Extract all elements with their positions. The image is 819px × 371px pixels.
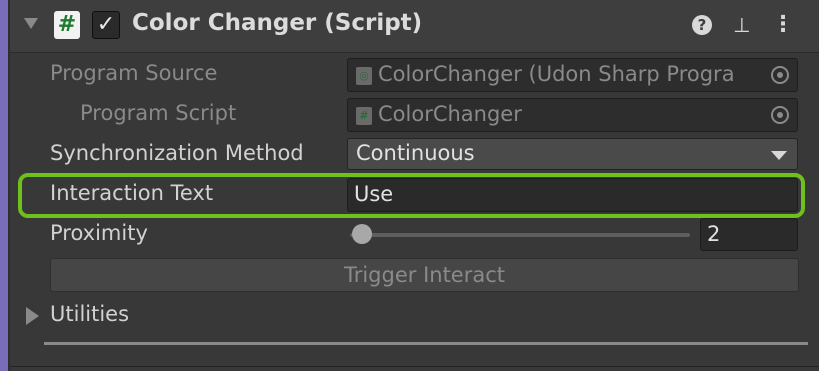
udon-asset-icon: ◎ [356, 67, 372, 85]
object-picker-icon[interactable] [771, 106, 789, 124]
component-accent-bar [0, 0, 8, 371]
proximity-slider-thumb[interactable] [352, 224, 372, 244]
sync-method-dropdown[interactable]: Continuous [347, 138, 798, 170]
bottom-border [10, 366, 819, 367]
trigger-interact-button[interactable]: Trigger Interact [50, 258, 799, 292]
proximity-number-field[interactable]: 2 [700, 218, 798, 251]
program-script-label: Program Script [80, 101, 237, 125]
proximity-slider-track[interactable] [350, 233, 690, 237]
object-picker-icon[interactable] [771, 66, 789, 84]
proximity-value: 2 [707, 222, 721, 246]
program-source-value: ColorChanger (Udon Sharp Progra [378, 62, 735, 86]
presets-icon[interactable]: ⊥ [729, 12, 755, 38]
left-strip [8, 0, 10, 371]
interaction-text-label: Interaction Text [50, 181, 214, 205]
interaction-text-value: Use [354, 182, 394, 206]
csharp-script-small-icon: # [356, 107, 372, 125]
section-divider [44, 342, 808, 345]
component-title: Color Changer (Script) [132, 10, 423, 36]
more-options-icon[interactable]: ⋮ [770, 12, 796, 38]
proximity-label: Proximity [50, 221, 148, 245]
sync-method-value: Continuous [356, 141, 475, 165]
csharp-script-icon: # [54, 11, 80, 39]
program-script-value: ColorChanger [378, 102, 522, 126]
interaction-text-input[interactable]: Use [347, 178, 798, 212]
help-icon[interactable]: ? [689, 12, 715, 38]
sync-method-label: Synchronization Method [50, 141, 304, 165]
program-source-label: Program Source [50, 61, 218, 85]
enable-checkbox[interactable]: ✓ [92, 11, 120, 39]
foldout-arrow-icon[interactable] [24, 18, 38, 29]
program-script-field[interactable]: # ColorChanger [347, 98, 798, 132]
utilities-label[interactable]: Utilities [50, 302, 129, 326]
utilities-foldout-icon[interactable] [26, 307, 39, 325]
component-header[interactable]: # ✓ Color Changer (Script) ? ⊥ ⋮ [10, 0, 819, 53]
chevron-down-icon [771, 151, 787, 160]
program-source-field[interactable]: ◎ ColorChanger (Udon Sharp Progra [347, 58, 798, 92]
